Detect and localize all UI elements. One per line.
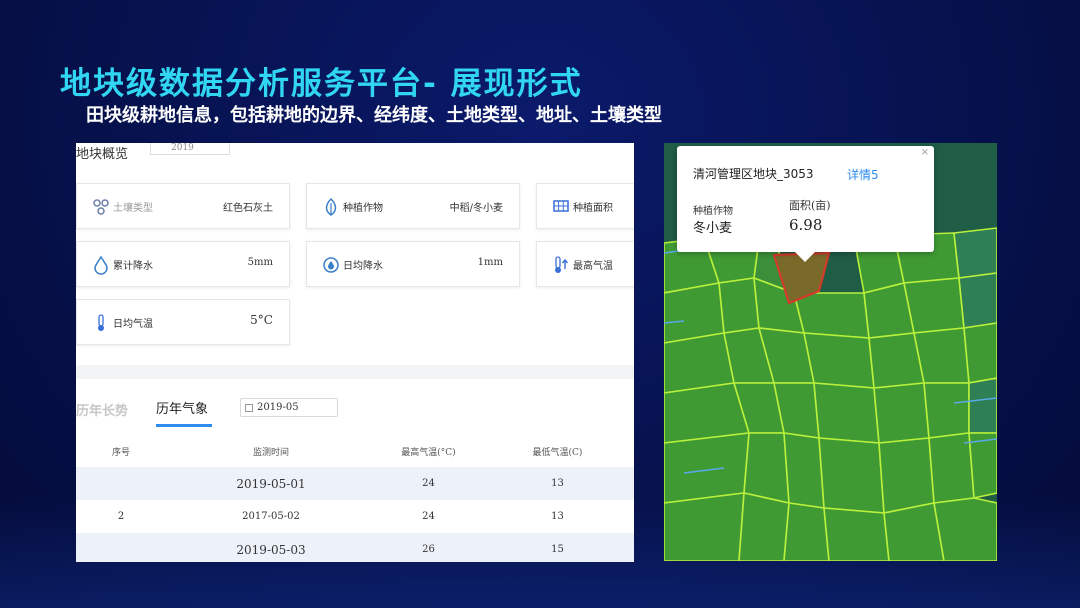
thermometer-icon (98, 314, 104, 331)
cell-min: 13 (481, 467, 634, 500)
month-picker-value: 2019-05 (257, 402, 299, 413)
cell-index (76, 533, 166, 562)
soil-icon (93, 199, 109, 215)
cell-max: 24 (376, 467, 481, 500)
field-overview-panel: 地块概览 2019 土壤类型 红色石灰土 种植作物 中稻/冬小麦 种植面积 累计… (76, 143, 634, 562)
tab-weather-history[interactable]: 历年气象 (156, 398, 208, 417)
field-info-popup: 清河管理区地块_3053 详情5 × 种植作物 冬小麦 面积(亩) 6.98 (677, 146, 934, 262)
cell-max: 26 (376, 533, 481, 562)
table-row: 2019-05-01 24 13 (76, 467, 634, 500)
calendar-icon (245, 404, 253, 412)
cell-date: 2017-05-02 (242, 511, 300, 522)
card-max-temp: 最高气温 (536, 241, 634, 287)
card-crop: 种植作物 中稻/冬小麦 (306, 183, 520, 229)
card-soil-type: 土壤类型 红色石灰土 (76, 183, 290, 229)
tab-growth-trend[interactable]: 历年长势 (76, 400, 128, 419)
active-tab-indicator (156, 424, 212, 427)
page-subtitle: 田块级耕地信息，包括耕地的边界、经纬度、土地类型、地址、土壤类型 (86, 105, 662, 126)
cumulative-rain-value: 5mm (247, 257, 273, 268)
daily-temp-label: 日均气温 (113, 319, 153, 330)
cell-min: 15 (481, 533, 634, 562)
header-date: 监测时间 (252, 447, 289, 458)
close-icon[interactable]: × (921, 147, 929, 158)
cell-date: 2019-05-01 (166, 467, 376, 500)
card-daily-rain: 日均降水 1mm (306, 241, 520, 287)
cell-min: 13 (551, 511, 564, 522)
popup-crop-value: 冬小麦 (693, 221, 733, 236)
page-title: 地块级数据分析服务平台- 展现形式 (60, 66, 583, 102)
thermometer-up-icon (555, 256, 569, 273)
table-header-row: 序号 监测时间 最高气温(°C) 最低气温(C) (76, 435, 634, 467)
cell-date: 2019-05-03 (166, 533, 376, 562)
section-divider (76, 365, 634, 379)
cumulative-rain-label: 累计降水 (113, 261, 153, 272)
overview-title: 地块概览 (76, 147, 129, 162)
cell-max: 24 (422, 511, 435, 522)
grid-area-icon (553, 200, 569, 212)
daily-rain-icon (323, 257, 339, 273)
card-cumulative-rain: 累计降水 5mm (76, 241, 290, 287)
soil-type-value: 红色石灰土 (223, 203, 273, 214)
popup-area-value: 6.98 (789, 216, 823, 234)
daily-rain-label: 日均降水 (343, 261, 383, 272)
card-planting-area: 种植面积 (536, 183, 634, 229)
cell-index: 2 (117, 511, 125, 522)
planting-area-label: 种植面积 (573, 203, 613, 214)
max-temp-label: 最高气温 (573, 261, 613, 272)
year-selector[interactable]: 2019 (150, 143, 230, 155)
daily-temp-value: 5°C (250, 313, 273, 327)
header-index: 序号 (111, 447, 130, 458)
plant-icon (325, 197, 337, 216)
crop-value: 中稻/冬小麦 (449, 203, 503, 214)
popup-field-title: 清河管理区地块_3053 (693, 167, 814, 181)
popup-crop-label: 种植作物 (693, 206, 733, 217)
table-row: 2 2017-05-02 24 13 (76, 500, 634, 533)
header-min-temp: 最低气温(C) (532, 447, 583, 458)
popup-area-label: 面积(亩) (789, 199, 831, 212)
daily-rain-value: 1mm (477, 257, 503, 268)
soil-type-label: 土壤类型 (113, 203, 153, 214)
table-row: 2019-05-03 26 15 (76, 533, 634, 562)
raindrop-icon (94, 255, 108, 275)
popup-detail-link[interactable]: 详情5 (847, 166, 879, 183)
card-daily-temp: 日均气温 5°C (76, 299, 290, 345)
crop-label: 种植作物 (343, 203, 383, 214)
header-max-temp: 最高气温(°C) (401, 447, 456, 458)
weather-table: 序号 监测时间 最高气温(°C) 最低气温(C) 2019-05-01 24 1… (76, 435, 634, 562)
month-picker[interactable]: 2019-05 (240, 398, 338, 417)
cell-index (76, 467, 166, 500)
